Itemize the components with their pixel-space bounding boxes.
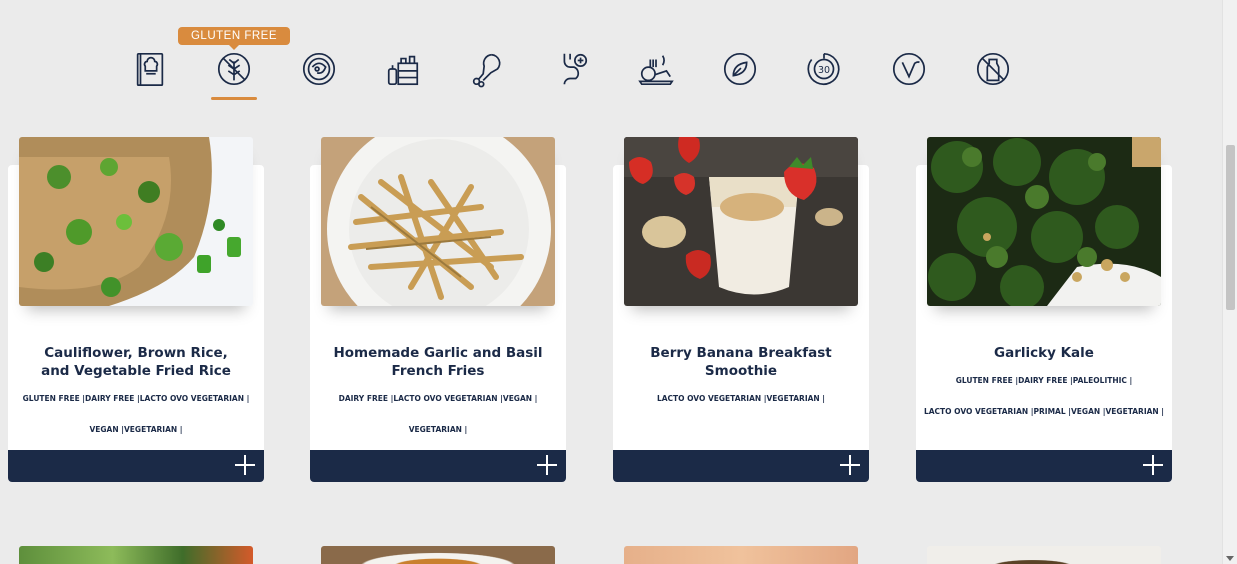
recipe-tags: VEGAN |VEGETARIAN |	[89, 425, 183, 434]
recipe-card[interactable]: Cauliflower, Brown Rice, and Vegetable F…	[8, 137, 264, 482]
recipe-title[interactable]: Homemade Garlic and Basil French Fries	[330, 344, 546, 380]
recipe-tags: LACTO OVO VEGETARIAN |VEGETARIAN |	[656, 394, 826, 403]
recipe-tags: VEGETARIAN |	[408, 425, 468, 434]
plus-icon[interactable]	[536, 454, 558, 476]
plate-icon[interactable]	[296, 50, 342, 100]
recipe-card[interactable]: Berry Banana Breakfast Smoothie LACTO OV…	[613, 137, 869, 482]
recipe-title[interactable]: Garlicky Kale	[936, 344, 1152, 362]
recipe-tags: GLUTEN FREE |DAIRY FREE |LACTO OVO VEGET…	[22, 394, 250, 403]
plus-icon[interactable]	[1142, 454, 1164, 476]
cooking-board-icon[interactable]	[633, 50, 679, 100]
svg-text:30: 30	[818, 65, 830, 76]
recipe-photo[interactable]	[19, 137, 253, 306]
scroll-down-arrow-icon[interactable]	[1226, 556, 1234, 561]
add-recipe-bar[interactable]	[916, 450, 1172, 482]
no-dairy-icon[interactable]	[970, 50, 1016, 100]
recipe-tags: DAIRY FREE |LACTO OVO VEGETARIAN |VEGAN …	[338, 394, 538, 403]
add-recipe-bar[interactable]	[8, 450, 264, 482]
plus-icon[interactable]	[839, 454, 861, 476]
recipe-photo[interactable]	[321, 137, 555, 306]
recipe-title[interactable]: Berry Banana Breakfast Smoothie	[633, 344, 849, 380]
chicken-leg-icon[interactable]	[464, 50, 510, 100]
recipe-card[interactable]: Garlicky Kale GLUTEN FREE |DAIRY FREE |P…	[916, 137, 1172, 482]
recipe-photo[interactable]	[927, 137, 1161, 306]
leaf-icon[interactable]	[717, 50, 763, 100]
recipe-tags: GLUTEN FREE |DAIRY FREE |PALEOLITHIC |	[955, 376, 1133, 385]
recipe-photo[interactable]	[624, 546, 858, 564]
recipe-tags: LACTO OVO VEGETARIAN |PRIMAL |VEGAN |VEG…	[923, 407, 1165, 416]
recipe-title[interactable]: Cauliflower, Brown Rice, and Vegetable F…	[28, 344, 244, 380]
scrollbar-thumb[interactable]	[1226, 145, 1235, 310]
filter-tooltip: GLUTEN FREE	[178, 27, 290, 50]
recipe-book-icon[interactable]	[127, 50, 173, 100]
add-recipe-bar[interactable]	[613, 450, 869, 482]
add-recipe-bar[interactable]	[310, 450, 566, 482]
timer-30-icon[interactable]: 30	[801, 50, 847, 100]
recipe-card[interactable]: Homemade Garlic and Basil French Fries D…	[310, 137, 566, 482]
recipe-photo[interactable]	[927, 546, 1161, 564]
recipe-photo[interactable]	[19, 546, 253, 564]
pantry-icon[interactable]	[380, 50, 426, 100]
vegan-icon[interactable]	[886, 50, 932, 100]
stomach-icon[interactable]	[549, 50, 595, 100]
recipe-photo[interactable]	[624, 137, 858, 306]
scrollbar[interactable]	[1222, 0, 1237, 564]
gluten-free-icon[interactable]	[211, 50, 257, 100]
plus-icon[interactable]	[234, 454, 256, 476]
recipe-photo[interactable]	[321, 546, 555, 564]
